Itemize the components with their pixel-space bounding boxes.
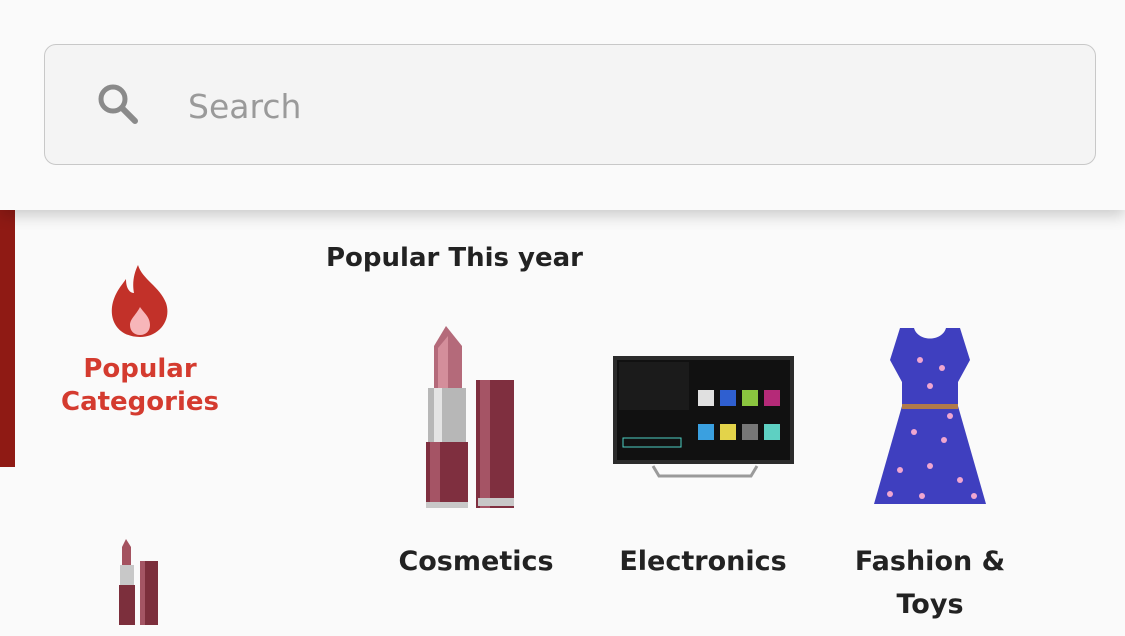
category-label: Fashion & Toys xyxy=(854,546,1006,620)
search-header xyxy=(0,0,1125,210)
search-input[interactable] xyxy=(188,82,1068,130)
sidebar-active-indicator xyxy=(0,210,15,467)
lipstick-icon xyxy=(119,539,158,625)
lipstick-icon xyxy=(426,326,514,508)
category-tile-cosmetics[interactable]: Cosmetics xyxy=(376,320,576,577)
category-tile-fashion-toys[interactable]: Fashion & Toys xyxy=(830,320,1030,620)
category-tile-electronics[interactable]: Electronics xyxy=(603,320,803,577)
dress-icon xyxy=(874,328,986,504)
fashion-image xyxy=(830,320,1030,512)
smart-tv-icon xyxy=(613,356,794,478)
sidebar-item-label: Popular Categories xyxy=(60,354,219,417)
section-title: Popular This year xyxy=(326,243,584,273)
search-icon[interactable] xyxy=(94,80,142,128)
cosmetics-image xyxy=(376,320,576,512)
electronics-image xyxy=(603,320,803,512)
category-label: Cosmetics xyxy=(398,546,554,577)
sidebar-item-popular-categories[interactable]: Popular Categories xyxy=(40,255,240,425)
fire-icon xyxy=(111,265,168,337)
sidebar-item-cosmetics[interactable] xyxy=(112,535,168,627)
category-label: Electronics xyxy=(619,546,787,577)
